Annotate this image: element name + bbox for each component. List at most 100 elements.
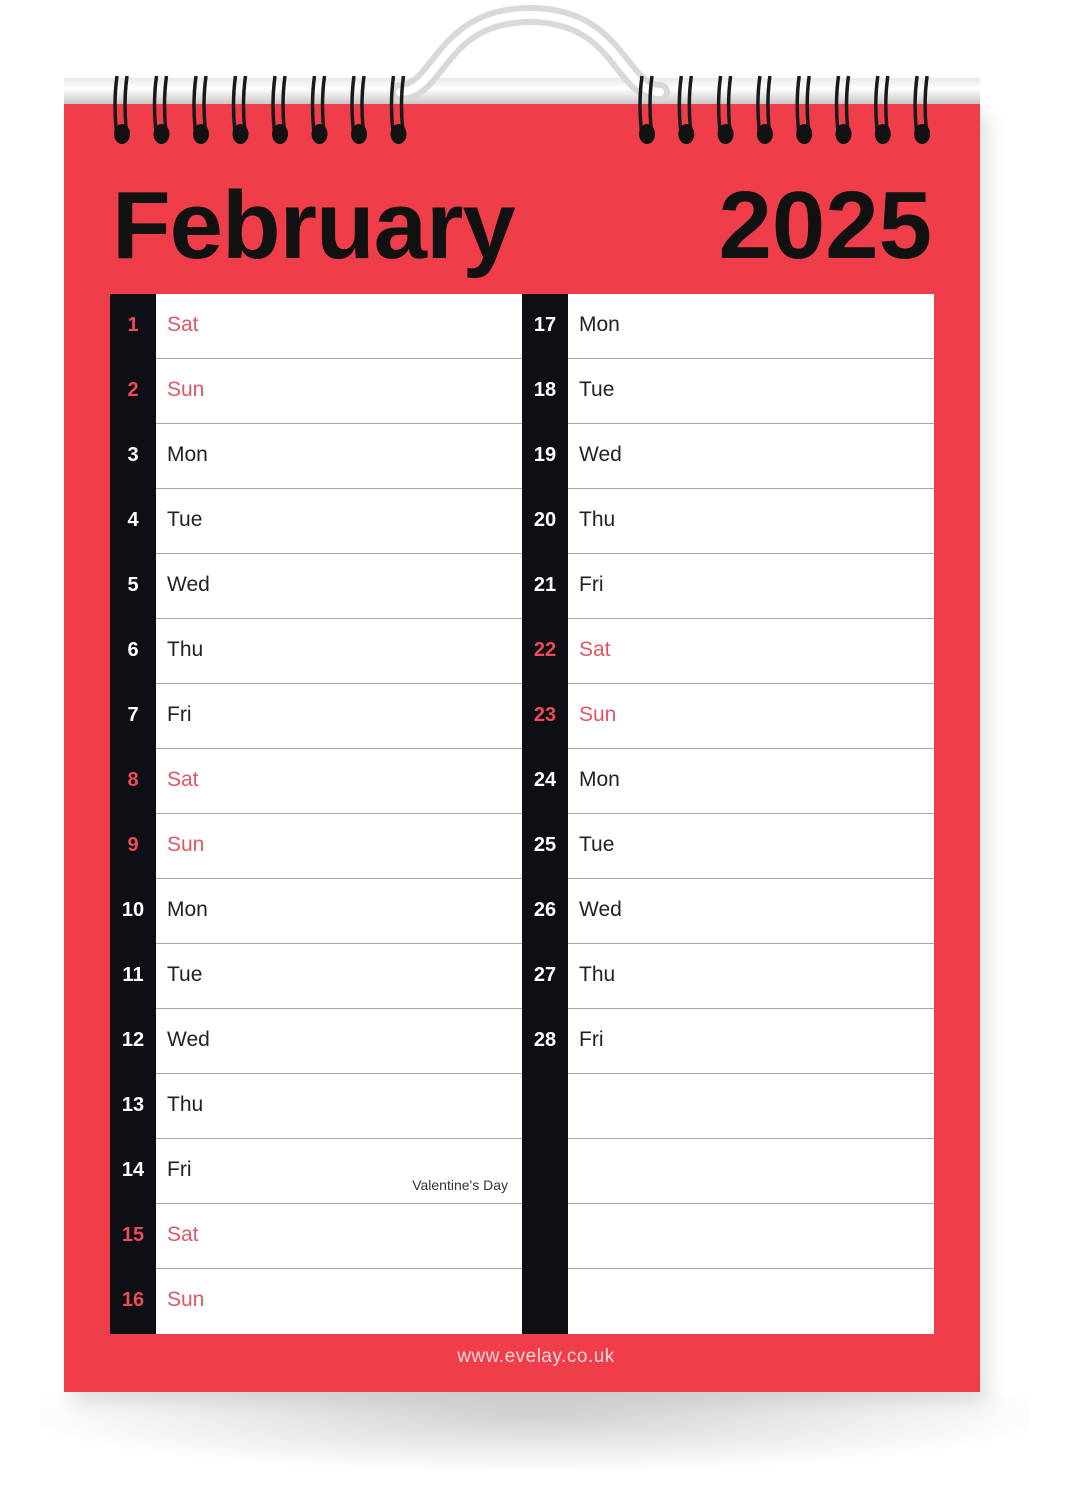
holiday-note: Valentine's Day xyxy=(412,1177,508,1193)
spiral-ring-icon xyxy=(152,75,170,144)
day-row[interactable]: 7 Fri xyxy=(127,684,522,749)
spiral-ring-icon xyxy=(677,75,695,144)
weekday-label: Tue xyxy=(167,508,203,531)
spiral-ring-icon xyxy=(716,75,734,144)
date-number: 14 xyxy=(121,1159,145,1181)
weekday-label: Sat xyxy=(579,638,611,661)
spiral-ring-icon xyxy=(113,75,130,144)
date-number: 6 xyxy=(127,639,139,661)
day-row[interactable]: 24 Mon xyxy=(534,749,934,814)
date-number: 20 xyxy=(533,509,557,531)
date-number: 17 xyxy=(533,314,557,336)
day-row[interactable]: 4 Tue xyxy=(127,489,522,554)
date-number: 12 xyxy=(121,1029,145,1051)
spiral-ring-icon xyxy=(231,75,249,144)
day-row[interactable]: 28 Fri xyxy=(534,1009,934,1074)
spiral-ring-icon xyxy=(192,75,209,144)
weekday-label: Tue xyxy=(167,963,203,986)
days-column-right: 17 Mon 18 Tue 19 Wed 20 Thu 21 Fri 22 Sat 23 Sun 24 Mon… xyxy=(522,294,936,1334)
weekday-label: Wed xyxy=(579,898,622,921)
weekday-label: Mon xyxy=(579,313,620,336)
date-number: 13 xyxy=(121,1094,145,1116)
day-row[interactable]: 21 Fri xyxy=(534,554,934,619)
day-row[interactable]: 9 Sun xyxy=(127,814,522,879)
weekday-label: Thu xyxy=(167,638,204,661)
website-footer: www.evelay.co.uk xyxy=(457,1346,615,1367)
day-row[interactable]: 26 Wed xyxy=(534,879,934,944)
hanger-hook-icon xyxy=(390,4,670,102)
days-column-left: 1 Sat 2 Sun 3 Mon 4 Tue 5 Wed 6 Thu 7 Fri 8 Sat 9 Sun 10 Mo… xyxy=(110,294,524,1334)
day-row[interactable]: 23 Sun xyxy=(534,684,934,749)
day-row[interactable] xyxy=(568,1204,934,1269)
date-number: 22 xyxy=(533,639,557,661)
day-row[interactable]: 18 Tue xyxy=(534,359,934,424)
weekday-label: Tue xyxy=(579,378,615,401)
day-row[interactable]: 22 Sat xyxy=(534,619,934,684)
weekday-label: Fri xyxy=(167,703,192,726)
date-number: 5 xyxy=(127,574,139,596)
weekday-label: Thu xyxy=(579,963,616,986)
weekday-label: Wed xyxy=(167,573,210,596)
day-row[interactable] xyxy=(568,1269,934,1334)
weekday-label: Fri xyxy=(579,573,604,596)
weekday-label: Thu xyxy=(579,508,616,531)
date-number: 8 xyxy=(127,769,139,791)
spiral-ring-icon xyxy=(271,75,288,144)
weekday-label: Fri xyxy=(167,1158,192,1181)
weekday-label: Sat xyxy=(167,1223,199,1246)
day-rows: 1 Sat 2 Sun 3 Mon 4 Tue 5 Wed 6 Thu 7 Fri 8 Sat 9 Sun 10 Mo… xyxy=(122,294,522,1334)
spiral-ring-icon xyxy=(834,75,852,144)
spiral-binding xyxy=(113,4,931,144)
date-number: 19 xyxy=(533,444,557,466)
date-number: 21 xyxy=(533,574,557,596)
day-row[interactable]: 10 Mon xyxy=(122,879,522,944)
day-row[interactable]: 15 Sat xyxy=(122,1204,522,1269)
day-row[interactable]: 3 Mon xyxy=(127,424,522,489)
date-number: 4 xyxy=(127,509,139,531)
day-row[interactable]: 19 Wed xyxy=(534,424,934,489)
day-row[interactable]: 20 Thu xyxy=(534,489,934,554)
day-row[interactable]: 1 Sat xyxy=(127,294,522,359)
date-number: 28 xyxy=(533,1029,557,1051)
day-row[interactable]: 6 Thu xyxy=(127,619,522,684)
date-number: 3 xyxy=(127,444,139,466)
spiral-ring-icon xyxy=(795,75,813,144)
day-row[interactable] xyxy=(568,1074,934,1139)
day-row[interactable]: 13 Thu xyxy=(122,1074,522,1139)
day-row[interactable]: 2 Sun xyxy=(127,359,522,424)
spiral-ring-icon xyxy=(310,75,328,144)
date-number: 7 xyxy=(127,704,139,726)
day-row[interactable]: 11 Tue xyxy=(122,944,522,1009)
weekday-label: Sun xyxy=(167,1288,205,1311)
day-rows: 17 Mon 18 Tue 19 Wed 20 Thu 21 Fri 22 Sat 23 Sun 24 Mon… xyxy=(534,294,934,1334)
day-row[interactable]: 27 Thu xyxy=(534,944,934,1009)
date-number xyxy=(522,1204,568,1269)
weekday-label: Sat xyxy=(167,768,199,791)
weekday-label: Thu xyxy=(167,1093,204,1116)
date-number: 16 xyxy=(121,1289,145,1311)
weekday-label: Wed xyxy=(579,443,622,466)
month-title: February xyxy=(112,172,516,279)
weekday-label: Wed xyxy=(167,1028,210,1051)
date-number: 1 xyxy=(127,314,139,336)
day-row[interactable]: 8 Sat xyxy=(127,749,522,814)
weekday-label: Mon xyxy=(579,768,620,791)
date-number: 2 xyxy=(127,379,139,401)
day-row[interactable]: 16 Sun xyxy=(122,1269,522,1334)
date-number: 25 xyxy=(533,834,557,856)
day-row[interactable]: 17 Mon xyxy=(534,294,934,359)
weekday-label: Sun xyxy=(579,703,617,726)
day-row[interactable]: 5 Wed xyxy=(127,554,522,619)
day-row[interactable]: 12 Wed xyxy=(122,1009,522,1074)
date-number: 26 xyxy=(533,899,557,921)
spiral-ring-icon xyxy=(350,75,367,144)
day-row[interactable] xyxy=(568,1139,934,1204)
date-number: 24 xyxy=(533,769,557,791)
day-row[interactable]: 14 Fri Valentine's Day xyxy=(122,1139,522,1204)
date-number: 10 xyxy=(121,899,145,921)
day-row[interactable]: 25 Tue xyxy=(534,814,934,879)
weekday-label: Sat xyxy=(167,313,199,336)
weekday-label: Mon xyxy=(167,443,208,466)
date-number: 15 xyxy=(121,1224,145,1246)
weekday-label: Sun xyxy=(167,833,205,856)
